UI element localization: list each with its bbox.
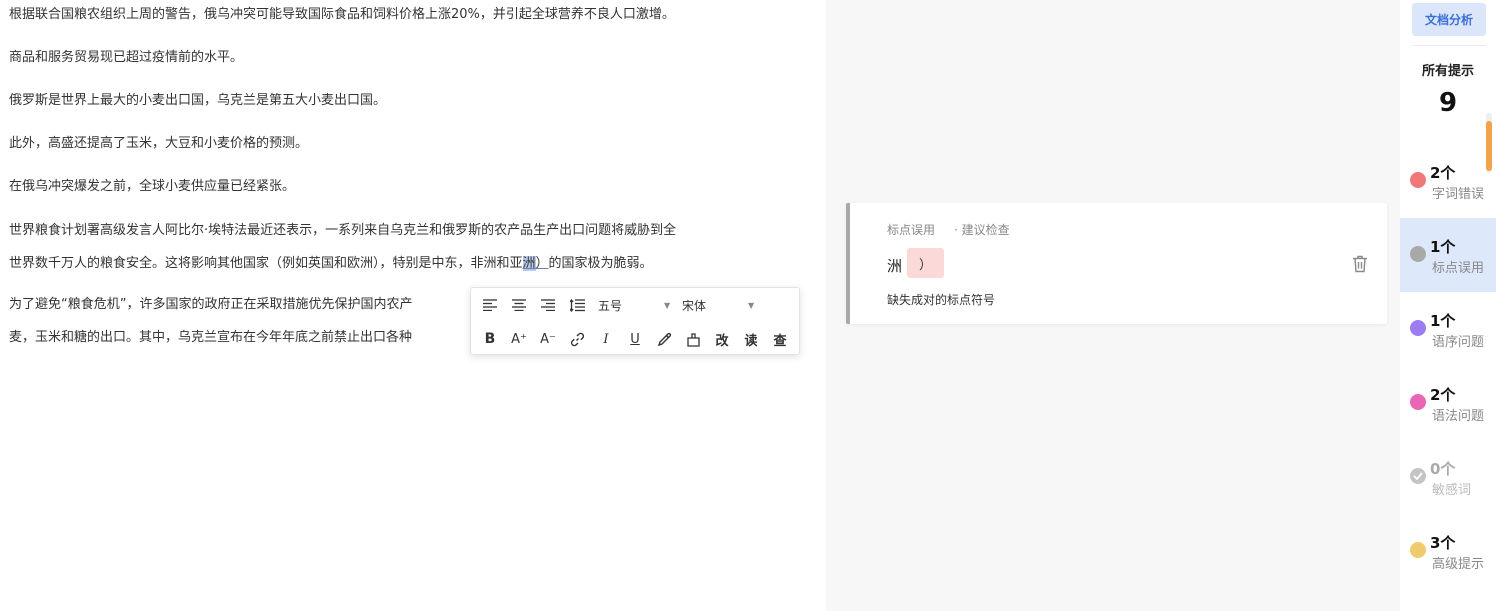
check-button[interactable]: 查 [769,328,791,350]
align-right-icon[interactable] [537,294,559,316]
font-family-select[interactable]: 宋体 ▼ [682,296,757,314]
issue-hint: · 建议检查 [954,223,1010,237]
paragraph[interactable]: 此外，高盛还提高了玉米，大豆和小麦价格的预测。 [9,135,308,153]
category-grammar[interactable]: 2个 语法问题 [1400,367,1496,441]
category-advanced[interactable]: 3个 高级提示 [1400,515,1496,589]
chevron-down-icon: ▼ [748,300,755,310]
all-hints-count: 9 [1438,88,1458,118]
category-label: 语序问题 [1432,335,1485,350]
category-count: 0个 [1430,460,1456,478]
category-count: 3个 [1430,534,1456,552]
text-run: 的国家极为脆弱。 [548,256,653,271]
category-label: 字词错误 [1432,187,1485,202]
paragraph[interactable]: 商品和服务贸易现已超过疫情前的水平。 [9,49,243,67]
status-dot [1410,542,1426,558]
issue-type: 标点误用 [887,223,936,237]
text-run: 世界数千万人的粮食安全。这将影响其他国家（例如英国和欧洲），特别是中东，非洲和亚 [9,256,523,271]
paragraph-line[interactable]: 世界数千万人的粮食安全。这将影响其他国家（例如英国和欧洲），特别是中东，非洲和亚… [9,255,653,273]
status-dot [1410,172,1426,188]
status-dot [1410,246,1426,262]
read-button[interactable]: 读 [740,328,762,350]
status-dot [1410,394,1426,410]
font-size-value: 五号 [598,298,623,313]
category-count: 2个 [1430,386,1456,404]
suggestion-card[interactable]: 标点误用 · 建议检查 洲 ） 缺失成对的标点符号 [846,203,1387,324]
font-increase-button[interactable]: A⁺ [508,328,530,350]
category-punctuation[interactable]: 1个 标点误用 [1400,218,1496,292]
align-center-icon[interactable] [508,294,530,316]
category-count: 1个 [1430,312,1456,330]
link-icon[interactable] [566,328,588,350]
category-count: 1个 [1430,238,1456,256]
category-label: 高级提示 [1432,557,1485,572]
divider [1412,45,1486,46]
format-painter-icon[interactable] [682,328,704,350]
category-label: 标点误用 [1432,261,1485,276]
suggestion-chip[interactable]: ） [907,248,944,278]
color-picker-icon[interactable] [653,328,675,350]
italic-button[interactable]: I [595,328,617,350]
paragraph[interactable]: 世界粮食计划署高级发言人阿比尔·埃特法最近还表示，一系列来自乌克兰和俄罗斯的农产… [9,222,676,240]
paragraph[interactable]: 根据联合国粮农组织上周的警告，俄乌冲突可能导致国际食品和饲料价格上涨20%，并引… [9,6,675,24]
suggestion-panel: 标点误用 · 建议检查 洲 ） 缺失成对的标点符号 [826,0,1400,611]
font-decrease-button[interactable]: A⁻ [537,328,559,350]
chevron-down-icon: ▼ [664,300,671,310]
document-editor[interactable]: 根据联合国粮农组织上周的警告，俄乌冲突可能导致国际食品和饲料价格上涨20%，并引… [0,0,826,611]
issue-description: 缺失成对的标点符号 [887,293,996,307]
paragraph[interactable]: 俄罗斯是世界上最大的小麦出口国，乌克兰是第五大小麦出口国。 [9,92,386,110]
all-hints-label: 所有提示 [1421,64,1474,79]
category-label: 语法问题 [1432,409,1485,424]
paragraph[interactable]: 麦，玉米和糖的出口。其中，乌克兰宣布在今年年底之前禁止出口各种 [9,329,412,347]
font-size-select[interactable]: 五号 ▼ [598,296,673,314]
status-dot [1410,320,1426,336]
category-word-error[interactable]: 2个 字词错误 [1400,145,1496,219]
bold-button[interactable]: B [479,328,501,350]
document-analysis-button[interactable]: 文档分析 [1412,3,1486,36]
flagged-punctuation[interactable]: ） [536,256,549,271]
paragraph[interactable]: 为了避免“粮食危机”，许多国家的政府正在采取措施优先保护国内农产 [9,296,412,314]
category-count: 2个 [1430,164,1456,182]
line-spacing-icon[interactable] [566,294,588,316]
category-label: 敏感词 [1432,483,1472,498]
underline-button[interactable]: U [624,328,646,350]
hint-sidebar: 文档分析 所有提示 9 2个 字词错误 1个 标点误用 1个 语序问题 2个 语… [1400,0,1496,611]
selected-text[interactable]: 洲 [522,256,536,271]
format-toolbar: 五号 ▼ 宋体 ▼ B A⁺ A⁻ I U 改 读 查 [470,287,800,355]
check-circle-icon [1410,468,1426,484]
trash-icon[interactable] [1352,255,1368,273]
original-word: 洲 [887,257,903,275]
category-sensitive[interactable]: 0个 敏感词 [1400,441,1496,515]
paragraph[interactable]: 在俄乌冲突爆发之前，全球小麦供应量已经紧张。 [9,178,295,196]
correct-button[interactable]: 改 [711,328,733,350]
category-word-order[interactable]: 1个 语序问题 [1400,293,1496,367]
align-left-icon[interactable] [479,294,501,316]
font-family-value: 宋体 [682,298,707,313]
